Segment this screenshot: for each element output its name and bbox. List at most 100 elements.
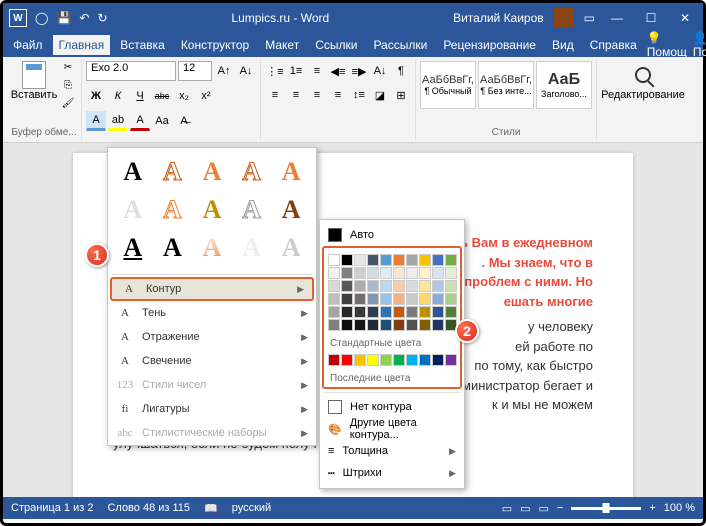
color-swatch[interactable] xyxy=(406,306,418,318)
color-swatch[interactable] xyxy=(393,306,405,318)
tab-file[interactable]: Файл xyxy=(7,35,49,55)
outline-dashes[interactable]: ┅ Штрихи ▶ xyxy=(324,462,460,484)
color-swatch[interactable] xyxy=(380,306,392,318)
highlight-button[interactable]: ab xyxy=(108,111,128,131)
no-outline[interactable]: Нет контура xyxy=(324,396,460,418)
fx-preset[interactable]: A xyxy=(233,230,271,266)
paste-button[interactable]: Вставить xyxy=(11,61,57,101)
ribbon-options-icon[interactable]: ▭ xyxy=(584,11,595,25)
fx-preset[interactable]: A xyxy=(272,154,310,190)
font-color-button[interactable]: A xyxy=(130,111,150,131)
font-name-select[interactable]: Exo 2.0 xyxy=(86,61,176,81)
tab-mailings[interactable]: Рассылки xyxy=(367,35,433,55)
sort-icon[interactable]: A↓ xyxy=(370,61,390,81)
line-spacing-icon[interactable]: ↕≡ xyxy=(349,85,369,105)
shrink-font-icon[interactable]: A↓ xyxy=(236,61,256,81)
color-swatch[interactable] xyxy=(406,254,418,266)
color-swatch[interactable] xyxy=(328,354,340,366)
color-swatch[interactable] xyxy=(354,267,366,279)
bold-button[interactable]: Ж xyxy=(86,86,106,106)
color-swatch[interactable] xyxy=(419,293,431,305)
autosave-toggle[interactable]: ◯ xyxy=(35,11,48,25)
color-swatch[interactable] xyxy=(445,293,457,305)
subscript-button[interactable]: x₂ xyxy=(174,86,194,106)
minimize-button[interactable]: ― xyxy=(605,11,629,25)
read-mode-icon[interactable]: ▭ xyxy=(502,502,512,515)
color-swatch[interactable] xyxy=(445,306,457,318)
color-swatch[interactable] xyxy=(393,354,405,366)
tab-help[interactable]: Справка xyxy=(584,35,643,55)
tab-layout[interactable]: Макет xyxy=(259,35,305,55)
fx-preset[interactable]: A xyxy=(154,154,192,190)
color-swatch[interactable] xyxy=(393,319,405,331)
color-swatch[interactable] xyxy=(445,267,457,279)
color-swatch[interactable] xyxy=(393,293,405,305)
fx-preset[interactable]: A xyxy=(272,192,310,228)
color-swatch[interactable] xyxy=(328,319,340,331)
close-button[interactable]: ✕ xyxy=(673,11,697,25)
color-swatch[interactable] xyxy=(367,354,379,366)
fx-preset[interactable]: A xyxy=(114,154,152,190)
color-swatch[interactable] xyxy=(328,254,340,266)
tab-insert[interactable]: Вставка xyxy=(114,35,171,55)
multilevel-icon[interactable]: ≡ xyxy=(307,61,327,81)
cut-icon[interactable]: ✂ xyxy=(59,61,77,77)
color-swatch[interactable] xyxy=(367,254,379,266)
fx-ligatures[interactable]: fi Лигатуры ▶ xyxy=(108,397,316,421)
bullets-icon[interactable]: ⋮≡ xyxy=(265,61,285,81)
color-swatch[interactable] xyxy=(432,280,444,292)
web-layout-icon[interactable]: ▭ xyxy=(539,502,549,515)
color-swatch[interactable] xyxy=(432,254,444,266)
color-swatch[interactable] xyxy=(341,293,353,305)
color-swatch[interactable] xyxy=(419,354,431,366)
color-swatch[interactable] xyxy=(419,319,431,331)
color-swatch[interactable] xyxy=(393,254,405,266)
fx-reflection[interactable]: A Отражение ▶ xyxy=(108,325,316,349)
color-swatch[interactable] xyxy=(393,280,405,292)
fx-preset[interactable]: A xyxy=(193,230,231,266)
color-swatch[interactable] xyxy=(406,319,418,331)
style-heading[interactable]: АаБ Заголово... xyxy=(536,61,592,109)
color-swatch[interactable] xyxy=(367,293,379,305)
style-normal[interactable]: АаБбВвГг, ¶ Обычный xyxy=(420,61,476,109)
save-icon[interactable]: 💾 xyxy=(56,11,71,25)
color-swatch[interactable] xyxy=(354,280,366,292)
color-swatch[interactable] xyxy=(328,280,340,292)
more-colors[interactable]: 🎨 Другие цвета контура... xyxy=(324,418,460,440)
zoom-slider[interactable] xyxy=(571,507,641,510)
color-swatch[interactable] xyxy=(354,293,366,305)
color-swatch[interactable] xyxy=(367,306,379,318)
style-nospacing[interactable]: АаБбВвГг, ¶ Без инте... xyxy=(478,61,534,109)
avatar[interactable] xyxy=(554,8,574,28)
share-button[interactable]: 👤 Поделиться xyxy=(693,31,706,59)
color-swatch[interactable] xyxy=(406,293,418,305)
color-swatch[interactable] xyxy=(445,354,457,366)
color-swatch[interactable] xyxy=(380,319,392,331)
format-painter-icon[interactable]: 🖌 xyxy=(59,97,77,113)
borders-icon[interactable]: ⊞ xyxy=(391,85,411,105)
print-layout-icon[interactable]: ▭ xyxy=(520,502,530,515)
font-size-select[interactable]: 12 xyxy=(178,61,212,81)
color-swatch[interactable] xyxy=(419,254,431,266)
strike-button[interactable]: abc xyxy=(152,86,172,106)
tab-design[interactable]: Конструктор xyxy=(175,35,255,55)
color-swatch[interactable] xyxy=(432,354,444,366)
fx-outline[interactable]: A Контур ▶ xyxy=(110,277,314,301)
italic-button[interactable]: К xyxy=(108,86,128,106)
color-swatch[interactable] xyxy=(328,306,340,318)
color-swatch[interactable] xyxy=(341,280,353,292)
text-effects-button[interactable]: A xyxy=(86,111,106,131)
outdent-icon[interactable]: ◀≡ xyxy=(328,61,348,81)
color-swatch[interactable] xyxy=(406,280,418,292)
zoom-level[interactable]: 100 % xyxy=(664,502,695,514)
undo-icon[interactable]: ↶ xyxy=(79,11,89,25)
fx-preset[interactable]: A xyxy=(193,192,231,228)
numbering-icon[interactable]: 1≡ xyxy=(286,61,306,81)
color-swatch[interactable] xyxy=(354,354,366,366)
tab-references[interactable]: Ссылки xyxy=(309,35,363,55)
shading-icon[interactable]: ◪ xyxy=(370,85,390,105)
change-case-button[interactable]: Aa xyxy=(152,111,172,131)
color-swatch[interactable] xyxy=(419,280,431,292)
color-swatch[interactable] xyxy=(419,306,431,318)
color-swatch[interactable] xyxy=(380,267,392,279)
